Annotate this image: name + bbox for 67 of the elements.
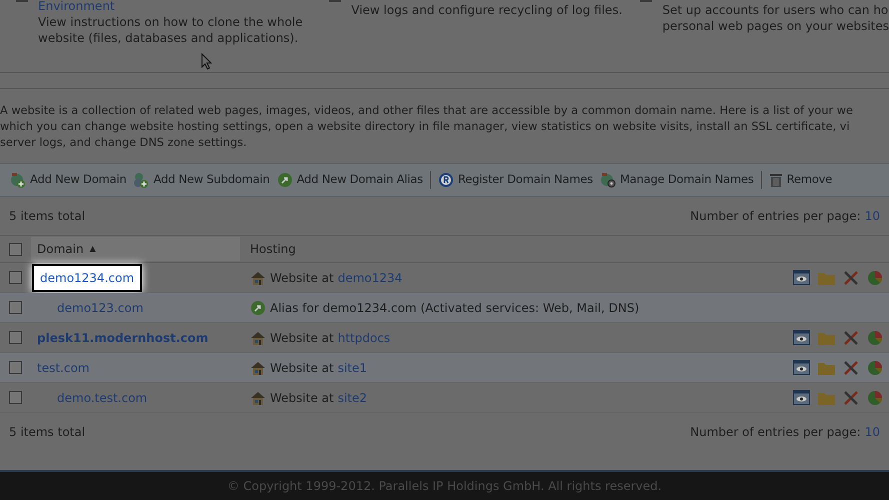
- card-description: View logs and configure recycling of log files.: [351, 2, 622, 18]
- domain-link[interactable]: test.com: [37, 358, 90, 376]
- items-total: 5 items total: [9, 424, 86, 441]
- globe-add-icon: [10, 172, 26, 188]
- toolbar-button[interactable]: Manage Domain Names: [600, 171, 754, 189]
- house-icon: [250, 360, 266, 376]
- row-checkbox[interactable]: [9, 331, 22, 344]
- preview-icon[interactable]: [793, 330, 810, 345]
- row-checkbox[interactable]: [9, 242, 22, 256]
- hosting-text: Website at: [270, 390, 334, 406]
- house-icon: [250, 270, 266, 286]
- intro-text: A website is a collection of related web pages, images, videos, and other files that are accessible by a common domain name. Here is a list of your we: [0, 103, 853, 119]
- tools-icon[interactable]: [843, 270, 859, 286]
- card-title-link[interactable]: Environment: [38, 0, 303, 14]
- domain-link[interactable]: demo123.com: [57, 298, 144, 316]
- toolbar-button[interactable]: Add New Subdomain: [133, 171, 270, 189]
- card-description: website (files, databases and applications).: [38, 30, 300, 46]
- card-description: personal web pages on your websites: [662, 18, 889, 34]
- column-header[interactable]: Hosting: [240, 237, 302, 261]
- preview-icon[interactable]: [793, 270, 810, 285]
- toolbar-button[interactable]: Register Domain Names: [438, 171, 593, 189]
- cursor-icon: [201, 53, 213, 70]
- pie-chart-icon[interactable]: [867, 270, 883, 286]
- hosting-text: Website at: [270, 270, 334, 286]
- domain-link[interactable]: demo1234.com: [32, 264, 142, 292]
- r-circle-icon: [438, 172, 454, 188]
- tools-icon[interactable]: [843, 330, 859, 346]
- hosting-link[interactable]: demo1234: [338, 268, 402, 286]
- hosting-link[interactable]: site2: [338, 388, 368, 406]
- toolbar-button[interactable]: Add New Domain: [10, 171, 126, 189]
- row-checkbox[interactable]: [9, 361, 22, 374]
- intro-text: server logs, and change DNS zone settings.: [0, 135, 247, 151]
- pie-chart-icon[interactable]: [867, 390, 883, 406]
- row-checkbox[interactable]: [9, 301, 22, 314]
- entries-per-page-label: Number of entries per page:: [690, 424, 861, 441]
- entries-per-page-link[interactable]: 10: [864, 207, 880, 225]
- hosting-text: Website at: [270, 330, 334, 346]
- preview-icon[interactable]: [793, 390, 810, 405]
- hosting-link[interactable]: site1: [338, 358, 368, 376]
- pie-chart-icon[interactable]: [867, 360, 883, 376]
- tools-icon[interactable]: [843, 390, 859, 406]
- hosting-link[interactable]: httpdocs: [338, 328, 390, 346]
- house-icon: [250, 330, 266, 346]
- hosting-text: Website at: [270, 360, 334, 376]
- arrow-circle-icon: [276, 172, 293, 188]
- entries-per-page-link[interactable]: 10: [864, 423, 880, 441]
- toolbar-button[interactable]: Add New Domain Alias: [276, 171, 423, 189]
- arrow-circle-icon: [250, 300, 266, 316]
- pie-chart-icon[interactable]: [867, 330, 883, 346]
- domain-link[interactable]: plesk11.modernhost.com: [37, 328, 208, 346]
- hosting-text: Alias for demo1234.com (Activated services: Web, Mail, DNS): [270, 300, 640, 316]
- globes-add-icon: [133, 172, 150, 188]
- row-checkbox[interactable]: [9, 271, 22, 284]
- entries-per-page-label: Number of entries per page:: [690, 208, 861, 225]
- column-header[interactable]: Domain ▲: [31, 237, 240, 261]
- domain-link[interactable]: demo.test.com: [57, 388, 148, 406]
- house-icon: [250, 390, 266, 406]
- globe-gear-icon: [600, 172, 616, 188]
- tools-icon[interactable]: [843, 360, 859, 376]
- intro-text: which you can change website hosting settings, open a website directory in file manager, view statistics on website visits, install an SSL certificate, vi: [0, 119, 850, 135]
- items-total: 5 items total: [9, 208, 86, 225]
- row-checkbox[interactable]: [9, 391, 22, 404]
- trash-icon: [768, 172, 783, 188]
- toolbar-button[interactable]: Remove: [768, 171, 832, 189]
- preview-icon[interactable]: [793, 360, 810, 375]
- card-description: View instructions on how to clone the whole: [38, 14, 303, 30]
- card-description: Set up accounts for users who can ho: [662, 2, 889, 18]
